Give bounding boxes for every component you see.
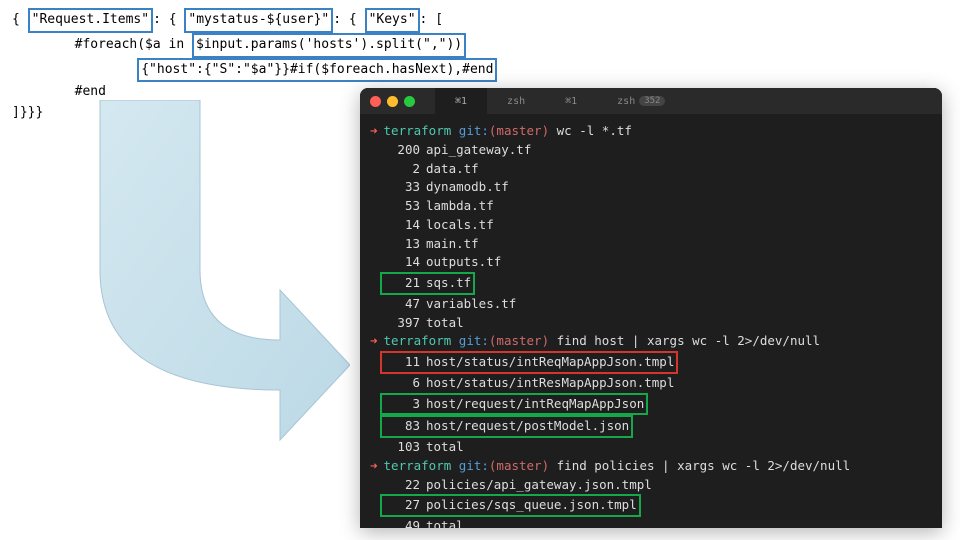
terminal-tabs: ⌘1 zsh ⌘1 zsh352 (435, 88, 685, 114)
maximize-icon[interactable] (404, 96, 415, 107)
list-item: 21sqs.tf (370, 272, 932, 295)
code-line-3: {"host":{"S":"$a"}}#if($foreach.hasNext)… (12, 58, 497, 83)
list-item: 22policies/api_gateway.json.tmpl (370, 476, 932, 495)
tab-3[interactable]: ⌘1 (545, 88, 597, 114)
highlight-req-tmpl: 11host/status/intReqMapAppJson.tmpl (380, 351, 678, 374)
list-item: 47variables.tf (370, 295, 932, 314)
prompt-git: git: (459, 332, 489, 351)
list-item: 49total (370, 517, 932, 528)
list-item: 14locals.tf (370, 216, 932, 235)
tab-4[interactable]: zsh352 (597, 88, 685, 114)
list-item: 103total (370, 438, 932, 457)
command-2: find host | xargs wc -l 2>/dev/null (557, 332, 820, 351)
box-status-user: "mystatus-${user}" (184, 8, 333, 33)
command-1: wc -l *.tf (557, 122, 632, 141)
list-item: 13main.tf (370, 235, 932, 254)
prompt-git: git: (459, 457, 489, 476)
list-item: 6host/status/intResMapAppJson.tmpl (370, 374, 932, 393)
list-item: 2data.tf (370, 160, 932, 179)
code-line-2: #foreach($a in $input.params('hosts').sp… (12, 33, 497, 58)
list-item: 200api_gateway.tf (370, 141, 932, 160)
prompt-dir: terraform (384, 122, 452, 141)
prompt-branch: (master) (489, 332, 549, 351)
list-item: 53lambda.tf (370, 197, 932, 216)
command-3: find policies | xargs wc -l 2>/dev/null (557, 457, 851, 476)
highlight-item: 3host/request/intReqMapAppJson (380, 393, 648, 416)
prompt-dir: terraform (384, 457, 452, 476)
arrow-icon (30, 100, 350, 480)
list-item: 33dynamodb.tf (370, 178, 932, 197)
highlight-sqs: 21sqs.tf (380, 272, 475, 295)
tab-badge: 352 (639, 96, 665, 106)
prompt-git: git: (459, 122, 489, 141)
list-item: 27policies/sqs_queue.json.tmpl (370, 494, 932, 517)
close-icon[interactable] (370, 96, 381, 107)
prompt-arrow-icon: ➜ (370, 457, 378, 476)
list-item: 83host/request/postModel.json (370, 415, 932, 438)
prompt-dir: terraform (384, 332, 452, 351)
prompt-arrow-icon: ➜ (370, 122, 378, 141)
highlight-item: 83host/request/postModel.json (380, 415, 633, 438)
list-item: 14outputs.tf (370, 253, 932, 272)
box-keys: "Keys" (365, 8, 420, 33)
list-item: 3host/request/intReqMapAppJson (370, 393, 932, 416)
tab-1[interactable]: ⌘1 (435, 88, 487, 114)
prompt-arrow-icon: ➜ (370, 332, 378, 351)
prompt-line-2: ➜ terraform git: (master) find host | xa… (370, 332, 932, 351)
prompt-branch: (master) (489, 457, 549, 476)
prompt-line-3: ➜ terraform git: (master) find policies … (370, 457, 932, 476)
terminal-window: ⌘1 zsh ⌘1 zsh352 ➜ terraform git: (maste… (360, 88, 942, 528)
terminal-titlebar[interactable]: ⌘1 zsh ⌘1 zsh352 (360, 88, 942, 114)
prompt-line-1: ➜ terraform git: (master) wc -l *.tf (370, 122, 932, 141)
code-line-1: { "Request.Items": { "mystatus-${user}":… (12, 8, 497, 33)
prompt-branch: (master) (489, 122, 549, 141)
list-item: 11host/status/intReqMapAppJson.tmpl (370, 351, 932, 374)
highlight-sqs-policy: 27policies/sqs_queue.json.tmpl (380, 494, 641, 517)
minimize-icon[interactable] (387, 96, 398, 107)
box-request-items: "Request.Items" (28, 8, 153, 33)
terminal-output[interactable]: ➜ terraform git: (master) wc -l *.tf 200… (360, 114, 942, 528)
list-item: 397total (370, 314, 932, 333)
box-input-params: $input.params('hosts').split(",")) (192, 33, 466, 58)
box-host-entry: {"host":{"S":"$a"}}#if($foreach.hasNext)… (137, 58, 497, 83)
tab-2[interactable]: zsh (487, 88, 545, 114)
